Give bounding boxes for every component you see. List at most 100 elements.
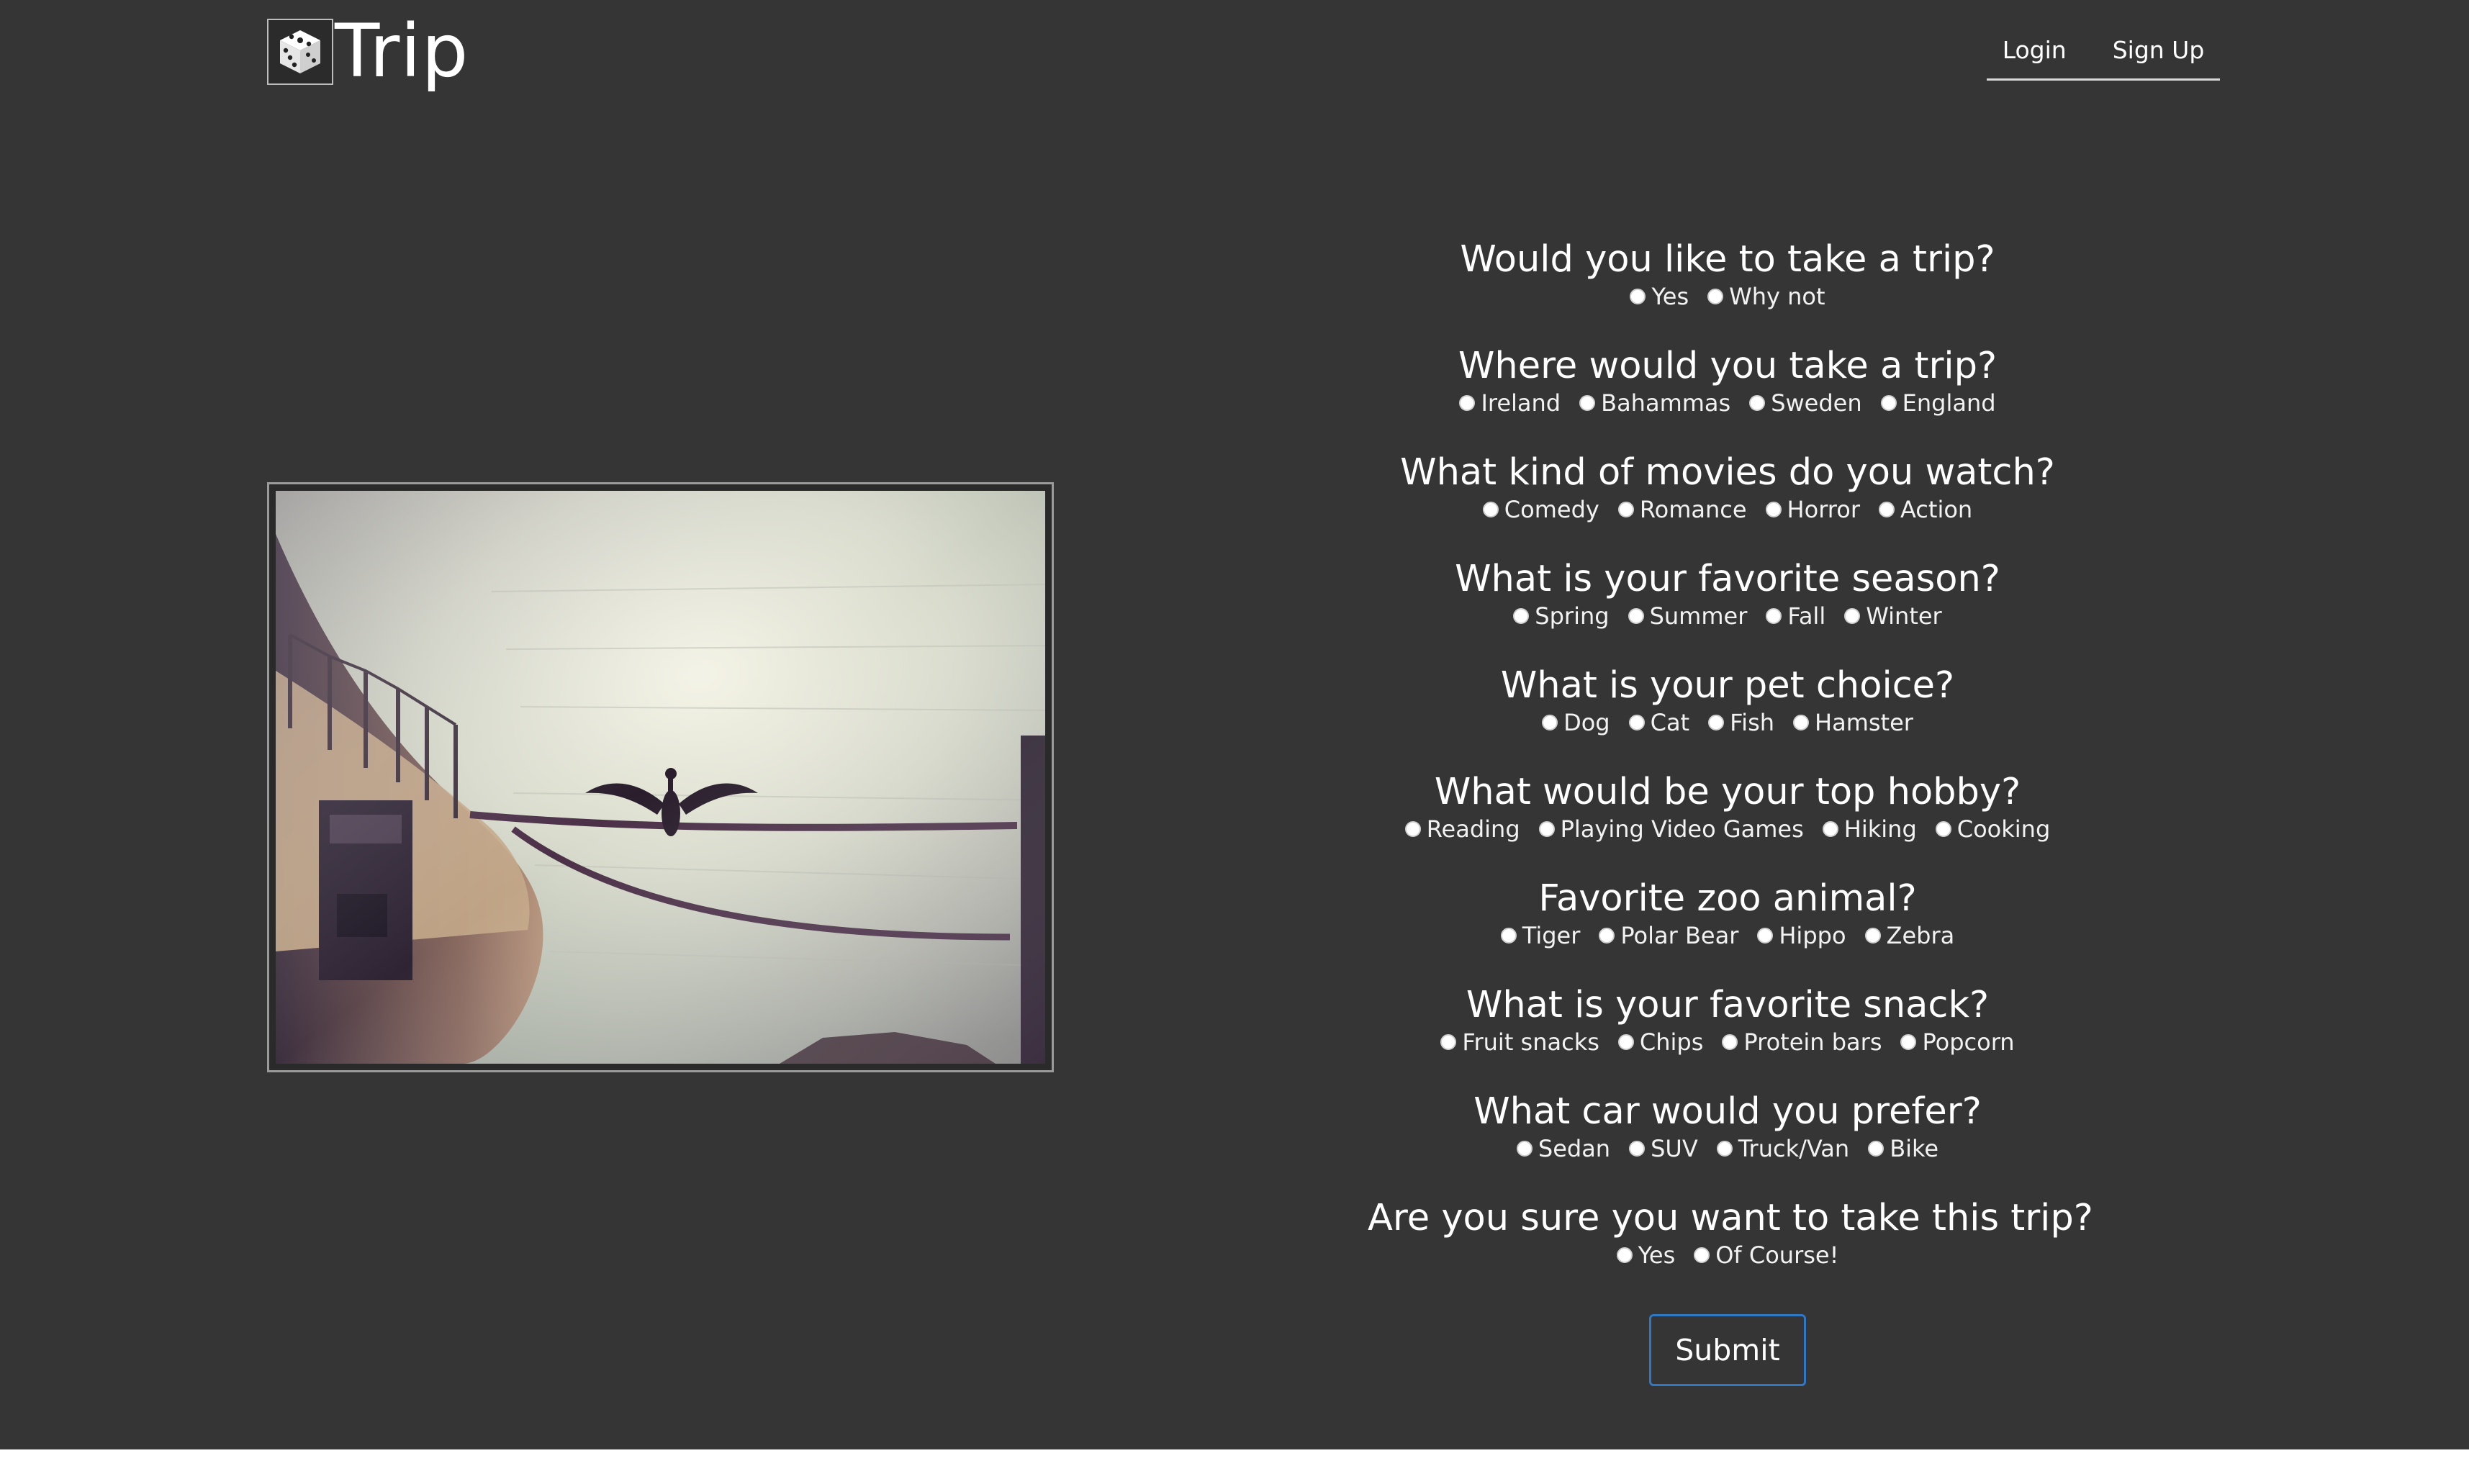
radio-button[interactable] xyxy=(1599,928,1615,944)
radio-button[interactable] xyxy=(1749,395,1766,411)
radio-option[interactable]: Horror xyxy=(1765,495,1860,524)
option-group: Reading Playing Video Games Hiking Cooking xyxy=(1368,815,2087,843)
radio-button[interactable] xyxy=(1864,928,1881,944)
radio-option[interactable]: Ireland xyxy=(1459,389,1561,417)
radio-option[interactable]: Hamster xyxy=(1793,708,1913,737)
radio-button[interactable] xyxy=(1513,608,1530,624)
radio-button[interactable] xyxy=(1500,928,1517,944)
radio-label: Sweden xyxy=(1771,389,1862,417)
radio-option[interactable]: Romance xyxy=(1617,495,1747,524)
radio-option[interactable]: Reading xyxy=(1404,815,1520,843)
radio-option[interactable]: SUV xyxy=(1629,1134,1698,1163)
radio-button[interactable] xyxy=(1844,608,1861,624)
trip-survey-form: Would you like to take a trip? Yes Why not… xyxy=(1368,237,2093,1386)
radio-option[interactable]: Yes xyxy=(1630,282,1689,311)
radio-button[interactable] xyxy=(1722,1034,1738,1050)
radio-label: Playing Video Games xyxy=(1560,815,1804,843)
radio-button[interactable] xyxy=(1878,502,1895,517)
radio-option[interactable]: Hippo xyxy=(1757,921,1846,950)
radio-option[interactable]: Cooking xyxy=(1935,815,2050,843)
radio-button[interactable] xyxy=(1440,1034,1457,1050)
radio-label: Hiking xyxy=(1843,815,1917,843)
brand[interactable]: Trip xyxy=(267,9,469,94)
radio-button[interactable] xyxy=(1542,715,1558,730)
radio-button[interactable] xyxy=(1868,1141,1885,1157)
radio-option[interactable]: Fruit snacks xyxy=(1440,1028,1599,1057)
option-group: Dog Cat Fish Hamster xyxy=(1368,708,2087,737)
radio-label: SUV xyxy=(1651,1135,1698,1162)
radio-button[interactable] xyxy=(1707,289,1724,304)
question-block: What is your favorite season? Spring Summe… xyxy=(1368,557,2087,664)
radio-option[interactable]: Sedan xyxy=(1516,1134,1610,1163)
question-title: What is your pet choice? xyxy=(1500,664,1955,707)
radio-button[interactable] xyxy=(1579,395,1596,411)
radio-option[interactable]: Playing Video Games xyxy=(1538,815,1804,843)
radio-option[interactable]: Summer xyxy=(1628,602,1747,630)
radio-option[interactable]: Popcorn xyxy=(1900,1028,2015,1057)
radio-button[interactable] xyxy=(1765,502,1782,517)
radio-option[interactable]: Fish xyxy=(1708,708,1774,737)
radio-label: Winter xyxy=(1866,602,1942,630)
radio-button[interactable] xyxy=(1757,928,1774,944)
radio-button[interactable] xyxy=(1538,821,1555,837)
radio-option[interactable]: Action xyxy=(1878,495,1972,524)
radio-button[interactable] xyxy=(1616,1247,1633,1263)
login-link[interactable]: Login xyxy=(2003,36,2067,64)
radio-option[interactable]: Winter xyxy=(1844,602,1942,630)
radio-option[interactable]: Yes xyxy=(1616,1241,1676,1270)
radio-option[interactable]: Protein bars xyxy=(1722,1028,1882,1057)
radio-label: Dog xyxy=(1563,709,1610,736)
signup-link[interactable]: Sign Up xyxy=(2113,36,2205,64)
radio-option[interactable]: Cat xyxy=(1628,708,1690,737)
radio-button[interactable] xyxy=(1628,608,1644,624)
radio-button[interactable] xyxy=(1694,1247,1710,1263)
radio-button[interactable] xyxy=(1617,1034,1634,1050)
radio-option[interactable]: Why not xyxy=(1707,282,1825,311)
radio-option[interactable]: Truck/Van xyxy=(1716,1134,1849,1163)
radio-label: Fruit snacks xyxy=(1462,1028,1599,1056)
radio-option[interactable]: Bahammas xyxy=(1579,389,1730,417)
radio-button[interactable] xyxy=(1628,715,1645,730)
hero-photo xyxy=(276,491,1045,1064)
radio-option[interactable]: Tiger xyxy=(1500,921,1580,950)
radio-button[interactable] xyxy=(1766,608,1782,624)
radio-button[interactable] xyxy=(1716,1141,1733,1157)
radio-button[interactable] xyxy=(1708,715,1725,730)
radio-option[interactable]: Dog xyxy=(1542,708,1610,737)
radio-button[interactable] xyxy=(1880,395,1897,411)
radio-label: Yes xyxy=(1638,1241,1676,1269)
radio-button[interactable] xyxy=(1629,1141,1646,1157)
radio-button[interactable] xyxy=(1793,715,1810,730)
radio-button[interactable] xyxy=(1630,289,1646,304)
radio-button[interactable] xyxy=(1900,1034,1917,1050)
radio-option[interactable]: Sweden xyxy=(1749,389,1862,417)
submit-button[interactable]: Submit xyxy=(1649,1314,1806,1386)
radio-option[interactable]: Zebra xyxy=(1864,921,1954,950)
radio-option[interactable]: Spring xyxy=(1513,602,1610,630)
page: Trip Login Sign Up Would you like to tak… xyxy=(0,0,2469,1449)
question-title: Would you like to take a trip? xyxy=(1460,238,1995,281)
question-list: Would you like to take a trip? Yes Why not… xyxy=(1368,237,2093,1303)
radio-label: Cat xyxy=(1650,709,1690,736)
question-block: Where would you take a trip? Ireland Baham… xyxy=(1368,344,2087,451)
radio-option[interactable]: Polar Bear xyxy=(1599,921,1738,950)
radio-option[interactable]: Chips xyxy=(1617,1028,1703,1057)
radio-button[interactable] xyxy=(1822,821,1838,837)
question-title: Are you sure you want to take this trip? xyxy=(1368,1197,2093,1239)
radio-button[interactable] xyxy=(1459,395,1476,411)
option-group: Sedan SUV Truck/Van Bike xyxy=(1368,1134,2087,1163)
radio-option[interactable]: Bike xyxy=(1868,1134,1938,1163)
radio-option[interactable]: England xyxy=(1880,389,1996,417)
radio-option[interactable]: Comedy xyxy=(1482,495,1599,524)
radio-label: Yes xyxy=(1651,283,1689,310)
question-block: Would you like to take a trip? Yes Why not xyxy=(1368,237,2087,344)
radio-option[interactable]: Of Course! xyxy=(1694,1241,1838,1270)
radio-button[interactable] xyxy=(1617,502,1634,517)
radio-button[interactable] xyxy=(1516,1141,1533,1157)
radio-button[interactable] xyxy=(1482,502,1499,517)
radio-option[interactable]: Fall xyxy=(1766,602,1825,630)
brand-name: Trip xyxy=(335,9,469,94)
radio-button[interactable] xyxy=(1935,821,1951,837)
radio-option[interactable]: Hiking xyxy=(1822,815,1917,843)
radio-button[interactable] xyxy=(1404,821,1421,837)
